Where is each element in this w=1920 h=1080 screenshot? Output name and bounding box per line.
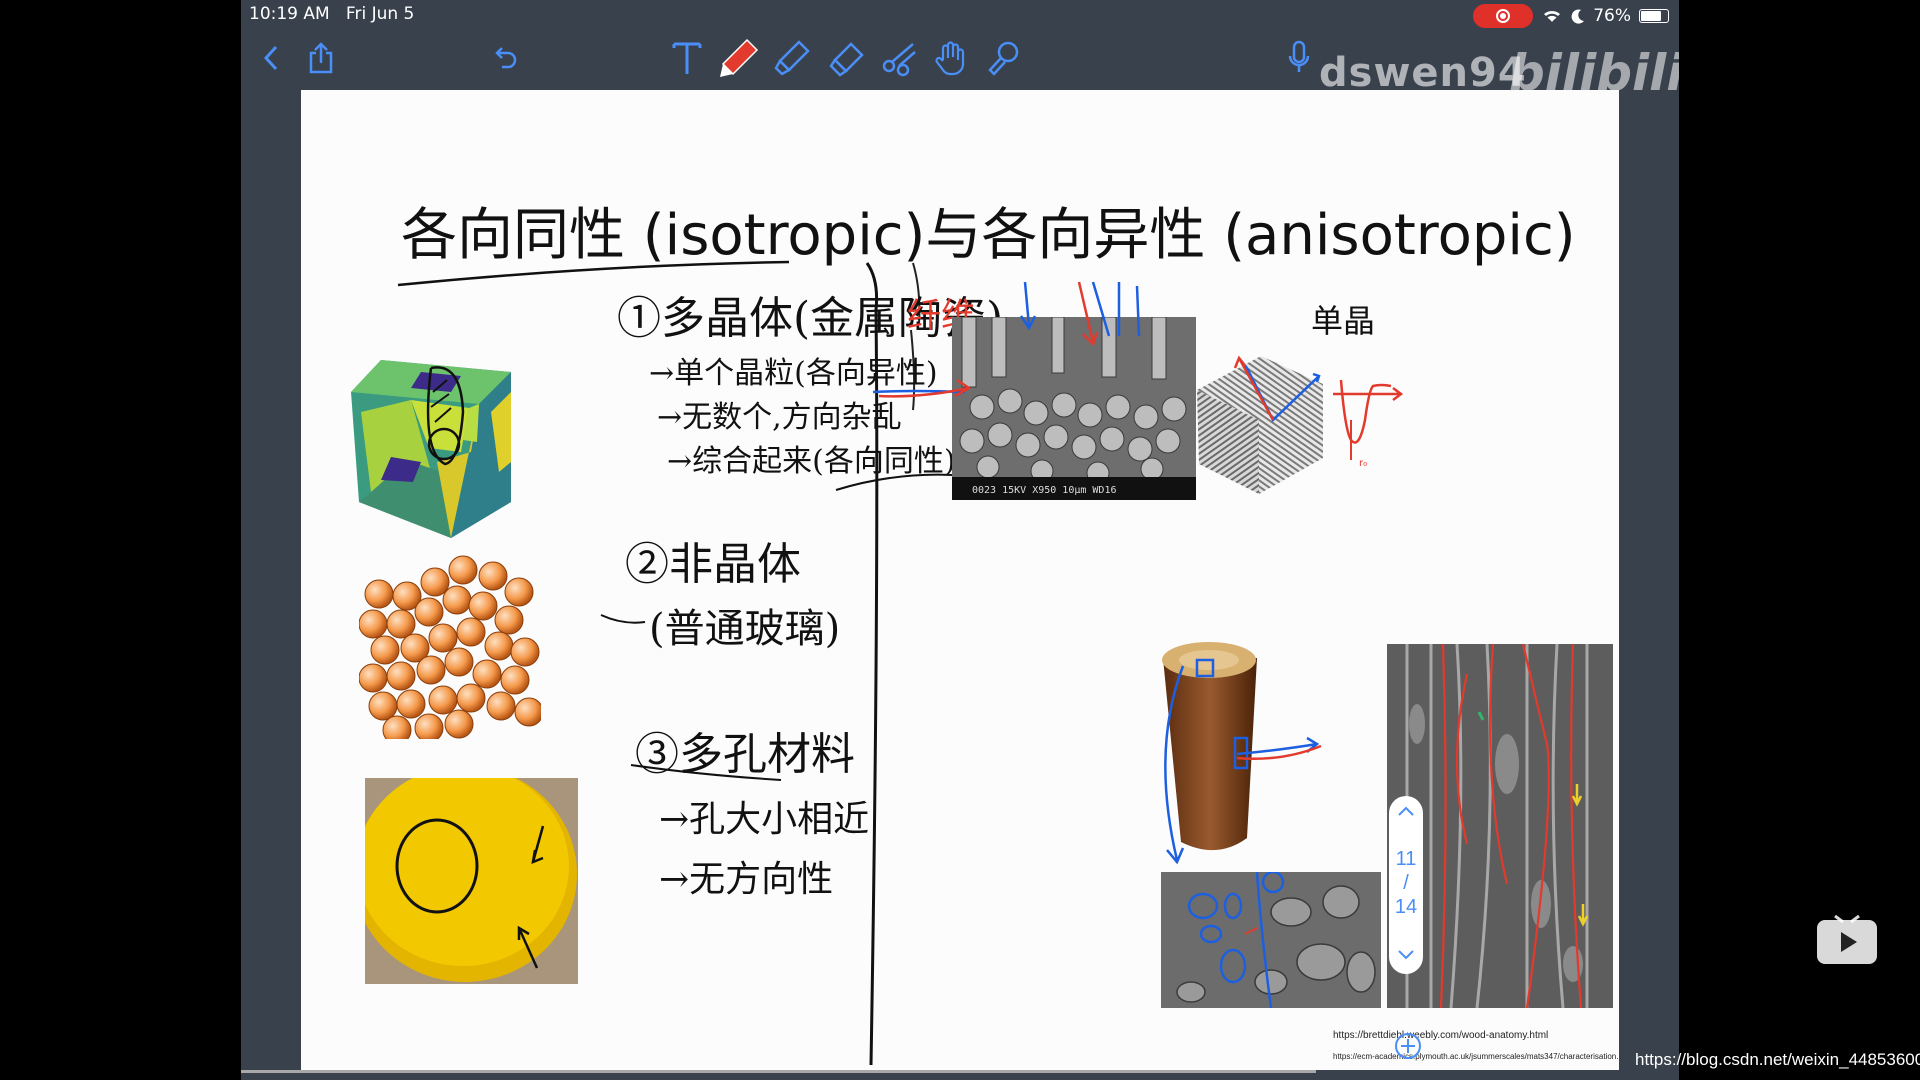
moon-icon	[1571, 9, 1585, 24]
hand-icon	[935, 41, 965, 76]
play-icon[interactable]	[1815, 912, 1879, 968]
highlighter-tool-button[interactable]	[770, 36, 814, 80]
reference-link-2[interactable]: https://ecm-academics.plymouth.ac.uk/jsu…	[1333, 1052, 1619, 1061]
pen-icon	[720, 38, 759, 77]
hand-tool-button[interactable]	[929, 36, 973, 80]
current-page-number: 11	[1395, 848, 1417, 870]
csdn-watermark: https://blog.csdn.net/weixin_44853600	[1635, 1050, 1920, 1069]
battery-icon	[1639, 9, 1669, 23]
toolbar: dswen94 bilibili	[241, 28, 1679, 102]
pen-tool-button[interactable]	[717, 36, 761, 80]
status-time: 10:19 AM Fri Jun 5	[249, 4, 415, 24]
ipad-screen: 10:19 AM Fri Jun 5 76% dswen94 bilibili …	[241, 0, 1679, 1080]
add-page-icon[interactable]	[1390, 1028, 1426, 1064]
page-navigator[interactable]: 11 / 14	[1389, 796, 1423, 974]
page-bottom-edge	[241, 1070, 1316, 1073]
screen-recording-indicator[interactable]	[1473, 4, 1534, 28]
battery-percent: 76%	[1593, 6, 1631, 26]
undo-icon	[495, 47, 517, 69]
back-button[interactable]	[249, 36, 293, 80]
eraser-icon	[829, 42, 864, 77]
text-tool-icon	[672, 42, 702, 74]
wifi-icon	[1544, 10, 1561, 22]
page-separator: /	[1403, 872, 1409, 894]
chevron-up-icon[interactable]	[1396, 804, 1416, 818]
undo-button[interactable]	[483, 36, 527, 80]
highlighter-icon	[774, 40, 810, 76]
eraser-tool-button[interactable]	[825, 36, 869, 80]
microphone-button[interactable]	[1277, 36, 1321, 80]
record-icon	[1496, 9, 1511, 23]
text-tool-button[interactable]	[665, 36, 709, 80]
laser-pointer-button[interactable]	[982, 36, 1026, 80]
chevron-left-icon	[263, 45, 278, 71]
reference-link-1[interactable]: https://brettdiehl.weebly.com/wood-anato…	[1333, 1030, 1548, 1041]
scissors-icon	[882, 43, 916, 77]
chevron-down-icon[interactable]	[1396, 948, 1416, 962]
microphone-icon	[1288, 40, 1310, 72]
total-page-number: 14	[1394, 896, 1418, 918]
share-button[interactable]	[299, 36, 343, 80]
share-icon	[309, 42, 333, 74]
lasso-tool-button[interactable]	[877, 36, 921, 80]
status-bar: 10:19 AM Fri Jun 5 76%	[241, 0, 1679, 28]
laser-pointer-icon	[988, 41, 1019, 76]
